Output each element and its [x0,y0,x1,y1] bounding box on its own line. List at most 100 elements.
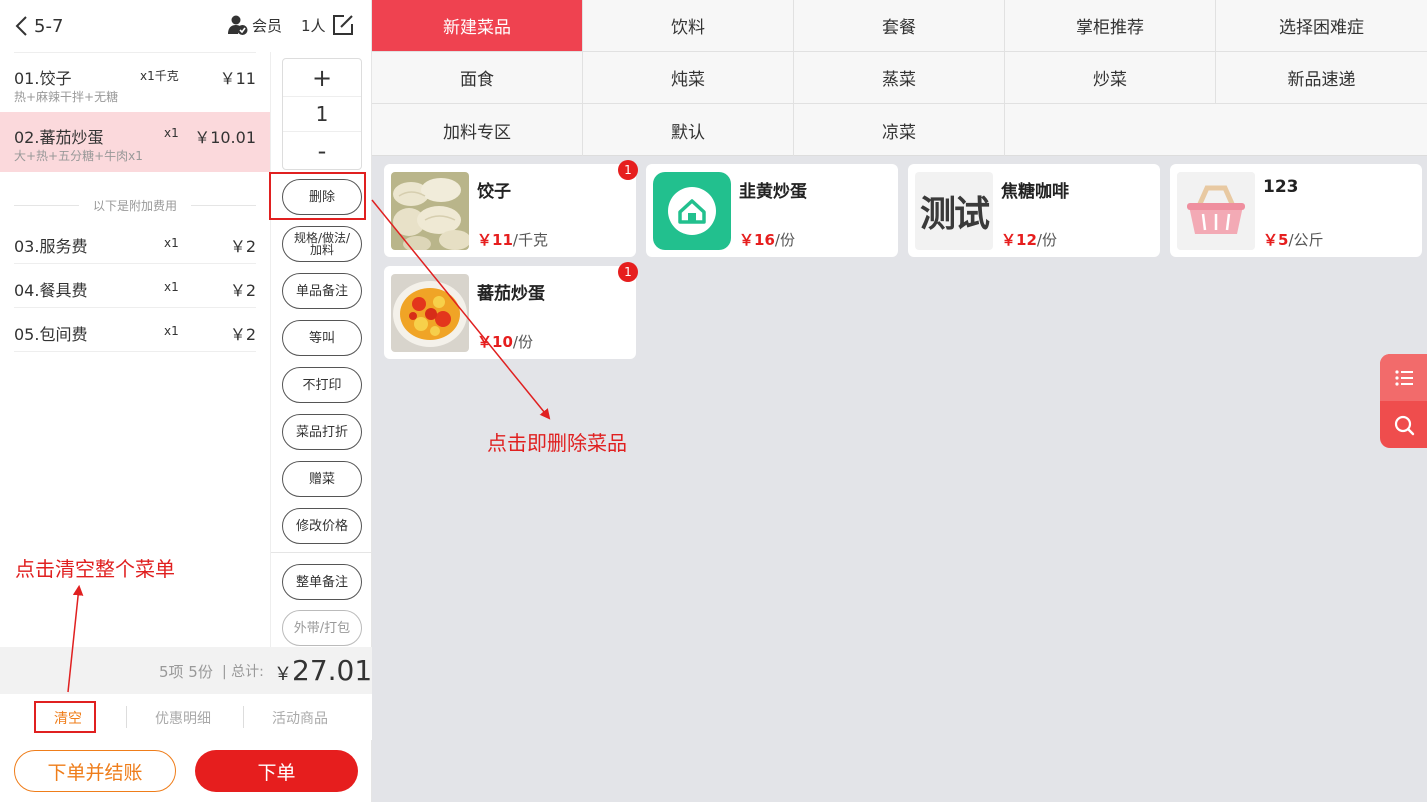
list-icon [1394,369,1413,386]
dish-card[interactable]: 测试 焦糖咖啡 ￥12/份 [908,164,1160,257]
dish-name: 焦糖咖啡 [1001,182,1069,202]
extra-fees-label: 以下是附加费用 [93,198,178,213]
dish-price-amount: 12 [1016,231,1037,249]
fee-name: 03.服务费 [14,237,88,256]
spec-button[interactable]: 规格/做法/加料 [282,226,362,262]
change-price-button[interactable]: 修改价格 [282,508,362,544]
search-button[interactable] [1380,401,1427,448]
category-tab[interactable]: 掌柜推荐 [1005,0,1216,52]
order-header: 5-7 会员 1人 [0,0,372,52]
tab-divider [243,706,244,728]
back-button[interactable]: 5-7 [14,12,63,40]
dish-price-amount: 5 [1278,231,1289,249]
fee-item[interactable]: 03.服务费 x1 ￥2 [14,220,256,264]
dish-unit: /公斤 [1288,231,1324,249]
category-tab[interactable]: 炖菜 [583,52,794,104]
delete-highlight-box [269,172,366,220]
floating-toolbar [1380,354,1427,448]
fee-qty: x1 [164,324,179,338]
dish-card[interactable]: 韭黄炒蛋 ￥16/份 [646,164,898,257]
no-print-button[interactable]: 不打印 [282,367,362,403]
item-note-button[interactable]: 单品备注 [282,273,362,309]
fee-price: ￥2 [229,325,256,344]
category-tab[interactable]: 面食 [372,52,583,104]
order-item-spec: 热+麻辣干拌+无糖 [14,90,119,104]
pos-app: 5-7 会员 1人 01.饺子 x1千克 ￥11 热+麻辣干拌+无糖 02.蕃茄… [0,0,1427,802]
fee-item[interactable]: 05.包间费 x1 ￥2 [14,308,256,352]
order-item-qty: x1 [164,126,179,140]
people-count-button[interactable]: 1人 [301,14,354,36]
people-count: 1人 [301,16,326,35]
order-item[interactable]: 01.饺子 x1千克 ￥11 热+麻辣干拌+无糖 [14,52,256,112]
dish-currency: ￥ [477,333,493,351]
dumpling-image [391,172,469,250]
chevron-left-icon [15,16,27,36]
order-item-name: 01.饺子 [14,69,72,88]
order-item-spec: 大+热+五分糖+牛肉x1 [14,149,143,163]
quantity-minus-button[interactable]: - [283,132,361,169]
takeaway-button[interactable]: 外带/打包 [282,610,362,646]
fee-qty: x1 [164,236,179,250]
gift-item-button[interactable]: 赠菜 [282,461,362,497]
clear-hint-annotation: 点击清空整个菜单 [15,557,175,581]
dish-currency: ￥ [1263,231,1279,249]
dish-unit: /份 [774,231,795,249]
extra-fees-divider: 以下是附加费用 [14,195,257,215]
wait-button[interactable]: 等叫 [282,320,362,356]
order-panel: 5-7 会员 1人 01.饺子 x1千克 ￥11 热+麻辣干拌+无糖 02.蕃茄… [0,0,373,802]
delete-hint-annotation: 点击即删除菜品 [487,431,627,455]
category-tab[interactable]: 套餐 [794,0,1005,52]
dish-price: ￥12/份 [1001,229,1057,250]
category-tab[interactable]: 炒菜 [1005,52,1216,104]
dish-card[interactable]: 饺子 ￥11/千克 1 [384,160,638,257]
order-item-name: 02.蕃茄炒蛋 [14,128,104,147]
order-summary: 5项 5份 | 总计: ￥ 27.01 [0,647,372,694]
dish-card[interactable]: 蕃茄炒蛋 ￥10/份 1 [384,262,638,359]
actions-divider [271,552,373,553]
table-number: 5-7 [34,15,64,37]
category-tab[interactable]: 加料专区 [372,104,583,156]
dish-currency: ￥ [739,231,755,249]
discount-detail-tab[interactable]: 优惠明细 [155,708,211,728]
total-label: | 总计: [222,664,264,680]
thumb-test-text: 测试 [919,194,990,235]
dish-name: 123 [1263,177,1299,197]
order-item-qty: x1千克 [140,69,179,83]
dish-price: ￥11/千克 [477,229,548,250]
dish-price-amount: 10 [492,333,513,351]
category-tab[interactable]: 饮料 [583,0,794,52]
list-view-button[interactable] [1380,354,1427,401]
category-tab[interactable]: 蒸菜 [794,52,1005,104]
order-note-button[interactable]: 整单备注 [282,564,362,600]
order-list: 01.饺子 x1千克 ￥11 热+麻辣干拌+无糖 02.蕃茄炒蛋 x1 ￥10.… [0,52,270,172]
home-app-icon [653,172,731,250]
search-icon [1394,415,1414,435]
order-item-selected[interactable]: 02.蕃茄炒蛋 x1 ￥10.01 大+热+五分糖+牛肉x1 [0,112,270,172]
category-tab-active[interactable]: 新建菜品 [372,0,583,52]
category-tab[interactable]: 凉菜 [794,104,1005,156]
promo-items-tab[interactable]: 活动商品 [272,708,328,728]
member-label: 会员 [252,16,283,35]
category-tab[interactable]: 新品速递 [1216,52,1427,104]
member-button[interactable]: 会员 [228,14,282,36]
dish-price-amount: 16 [754,231,775,249]
tab-divider [126,706,127,728]
dish-price: ￥5/公斤 [1263,229,1324,250]
order-and-pay-button[interactable]: 下单并结账 [14,750,176,792]
fee-item[interactable]: 04.餐具费 x1 ￥2 [14,264,256,308]
fee-qty: x1 [164,280,179,294]
order-item-price: ￥10.01 [194,128,256,147]
dish-name: 饺子 [477,182,511,202]
dish-price: ￥10/份 [477,331,533,352]
fee-price: ￥2 [229,237,256,256]
dish-card[interactable]: 123 ￥5/公斤 [1170,164,1422,257]
fee-list: 03.服务费 x1 ￥2 04.餐具费 x1 ￥2 05.包间费 x1 ￥2 [14,220,256,352]
dish-currency: ￥ [477,231,493,249]
item-discount-button[interactable]: 菜品打折 [282,414,362,450]
dish-price: ￥16/份 [739,229,795,250]
category-tab[interactable]: 默认 [583,104,794,156]
category-tab[interactable]: 选择困难症 [1216,0,1427,52]
member-icon [228,15,248,35]
quantity-plus-button[interactable]: + [283,59,361,96]
place-order-button[interactable]: 下单 [195,750,358,792]
